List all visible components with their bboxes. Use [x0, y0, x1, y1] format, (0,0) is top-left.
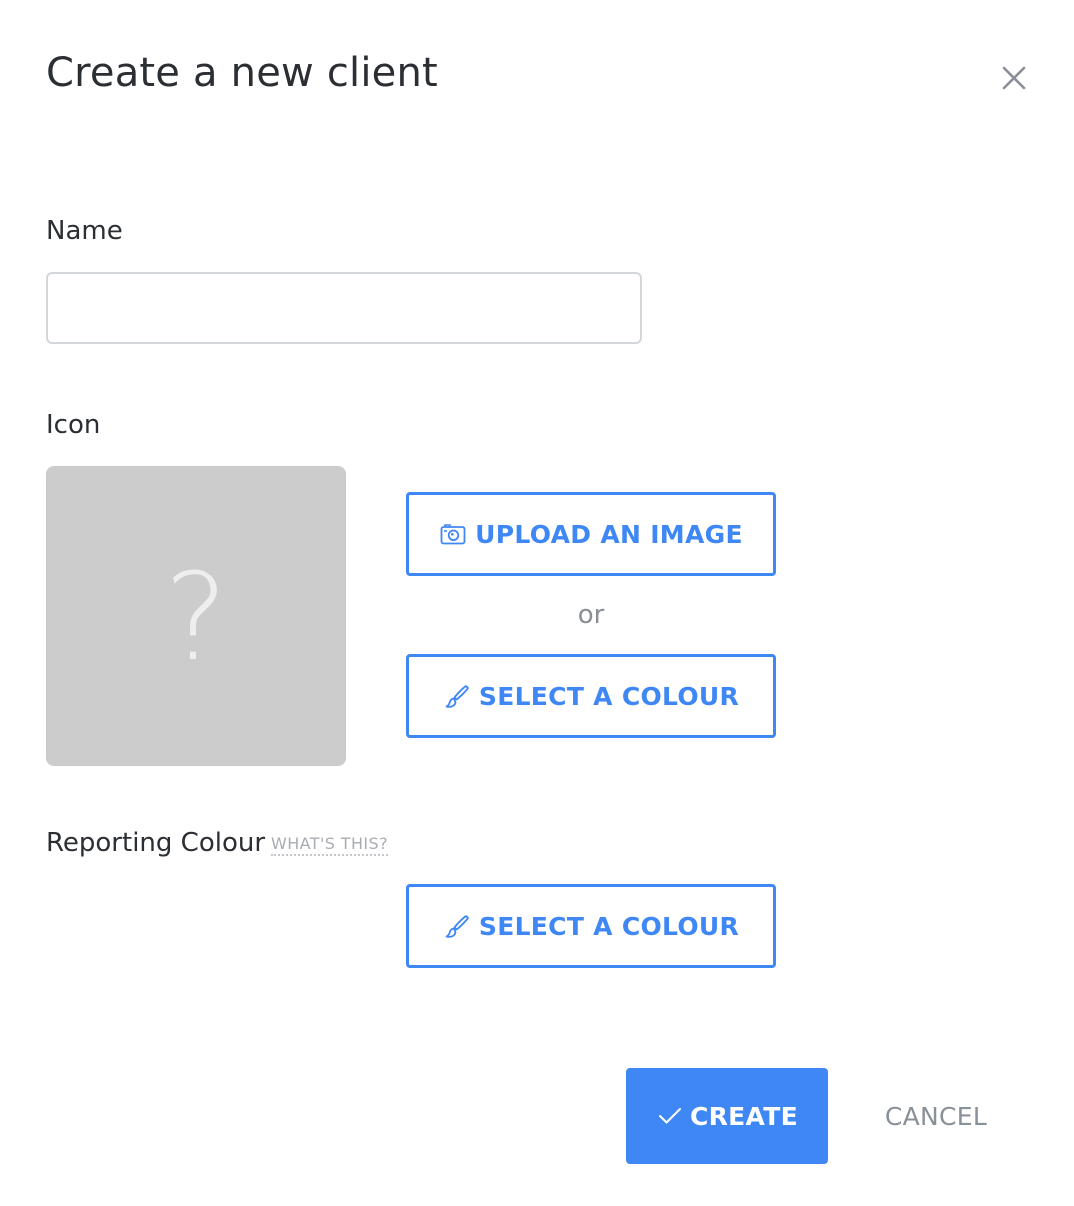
- select-reporting-colour-button[interactable]: SELECT A COLOUR: [406, 884, 776, 968]
- dialog-title: Create a new client: [46, 50, 438, 96]
- close-icon: [1002, 66, 1026, 90]
- reporting-colour-label: Reporting Colour WHAT'S THIS?: [46, 828, 388, 858]
- select-reporting-colour-label: SELECT A COLOUR: [478, 911, 740, 941]
- create-label: CREATE: [689, 1101, 798, 1131]
- name-input[interactable]: [46, 272, 642, 344]
- or-separator: or: [577, 600, 605, 630]
- check-icon: [656, 1102, 684, 1130]
- brush-icon: [443, 682, 471, 710]
- icon-preview: ?: [46, 466, 346, 766]
- upload-image-button[interactable]: UPLOAD AN IMAGE: [406, 492, 776, 576]
- create-client-dialog: Create a new client Name Icon ? UPLOAD A…: [0, 0, 1074, 1206]
- cancel-button[interactable]: CANCEL: [868, 1068, 1004, 1164]
- close-button[interactable]: [996, 60, 1032, 96]
- select-icon-colour-label: SELECT A COLOUR: [478, 681, 740, 711]
- question-mark-icon: ?: [164, 549, 228, 688]
- whats-this-link[interactable]: WHAT'S THIS?: [271, 834, 388, 856]
- name-label: Name: [46, 216, 123, 246]
- upload-image-label: UPLOAD AN IMAGE: [475, 519, 743, 549]
- icon-label: Icon: [46, 410, 101, 440]
- reporting-colour-text: Reporting Colour: [46, 828, 266, 858]
- create-button[interactable]: CREATE: [626, 1068, 828, 1164]
- select-icon-colour-button[interactable]: SELECT A COLOUR: [406, 654, 776, 738]
- camera-icon: [439, 520, 467, 548]
- brush-icon: [443, 912, 471, 940]
